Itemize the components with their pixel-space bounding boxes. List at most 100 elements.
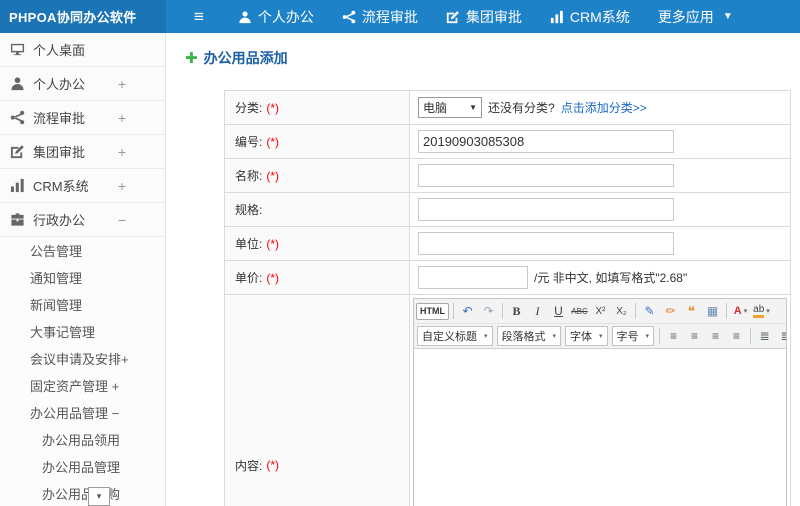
name-input[interactable] [418, 164, 674, 187]
content-label-cell: 内容: (*) [225, 295, 410, 506]
highlight-glyph: ab [753, 304, 765, 318]
sidebar-item-personal-office[interactable]: 个人办公 + [0, 67, 165, 101]
underline-button[interactable]: U [549, 301, 568, 321]
collapse-toggle[interactable]: − [118, 212, 126, 228]
dropdown-label: 字号 [616, 331, 639, 343]
sidebar-item-personal-desktop[interactable]: 个人桌面 [0, 33, 165, 67]
menu-toggle-icon[interactable]: ≡ [194, 8, 204, 25]
html-source-button[interactable]: HTML [416, 302, 449, 320]
form-row-name: 名称: (*) [225, 159, 790, 193]
expand-toggle[interactable]: + [118, 178, 126, 194]
expand-toggle[interactable]: + [118, 110, 126, 126]
text-color-button[interactable]: A ▾ [731, 301, 750, 321]
office-supply-add-form: 分类: (*) 电脑 ▼ 还没有分类? 点击添加分类>> 编号: (*) 201… [224, 90, 791, 506]
toolbar-separator [453, 303, 454, 319]
nav-crm-system[interactable]: CRM系统 [550, 7, 630, 27]
format-painter-button[interactable]: ✎ [640, 301, 659, 321]
unit-label-cell: 单位: (*) [225, 227, 410, 260]
price-format-hint: /元 非中文, 如填写格式"2.68" [534, 271, 688, 285]
add-category-link[interactable]: 点击添加分类>> [561, 99, 647, 116]
toolbar-separator [750, 328, 752, 344]
nav-more-apps[interactable]: 更多应用 ▼ [658, 7, 733, 27]
redo-button[interactable]: ↷ [479, 301, 498, 321]
sidebar-scroll-down-button[interactable]: ▾ [88, 487, 110, 506]
caret-down-icon: ▾ [743, 308, 748, 315]
remove-format-button[interactable]: ✏ [661, 301, 680, 321]
font-family-dropdown[interactable]: 字体 ▾ [565, 326, 608, 346]
superscript-button[interactable]: X² [591, 301, 610, 321]
align-center-button[interactable]: ≡ [685, 326, 704, 346]
price-input[interactable] [418, 266, 528, 289]
align-justify-button[interactable]: ≡ [727, 326, 746, 346]
sidebar-subsubitem[interactable]: 办公用品采购 [0, 480, 165, 506]
field-label: 内容: [235, 458, 263, 473]
sidebar-item-label: 集团审批 [33, 145, 86, 160]
sidebar-subitem-label: 新闻管理 [30, 298, 83, 313]
expand-toggle[interactable]: + [118, 144, 126, 160]
top-nav: 个人办公 流程审批 集团审批 CRM系统 更多应用 ▼ [238, 7, 733, 27]
sidebar-subitem[interactable]: 通知管理 [0, 264, 165, 291]
ordered-list-button[interactable]: ≣ [755, 326, 774, 346]
nav-group-approval[interactable]: 集团审批 [446, 7, 522, 27]
form-row-unit: 单位: (*) [225, 227, 790, 261]
field-label: 单位: [235, 237, 263, 251]
toolbar-separator [502, 303, 503, 319]
category-select[interactable]: 电脑 ▼ [418, 97, 482, 118]
align-left-button[interactable]: ≡ [664, 326, 683, 346]
sidebar-subsubitem-label: 办公用品领用 [42, 433, 121, 448]
align-right-button[interactable]: ≡ [706, 326, 725, 346]
sidebar-subsubitem[interactable]: 办公用品管理 [0, 453, 165, 480]
font-size-dropdown[interactable]: 字号 ▾ [611, 326, 655, 346]
page-title-text: 办公用品添加 [203, 50, 288, 66]
expand-toggle[interactable]: + [118, 76, 126, 92]
bold-button[interactable]: B [507, 301, 526, 321]
field-label: 编号: [235, 135, 263, 149]
sidebar-item-crm-system[interactable]: CRM系统 + [0, 169, 165, 203]
name-value-cell [410, 159, 790, 192]
sidebar-subitem-label: 公告管理 [30, 244, 83, 259]
nav-label: 更多应用 [657, 8, 714, 25]
spec-input[interactable] [418, 198, 674, 221]
nav-workflow-approval[interactable]: 流程审批 [342, 7, 418, 27]
sidebar-item-group-approval[interactable]: 集团审批 + [0, 135, 165, 169]
sidebar-subitem-label: 办公用品管理 − [30, 406, 120, 421]
caret-down-icon: ▾ [599, 333, 603, 340]
nav-label: 个人办公 [257, 8, 314, 25]
custom-heading-dropdown[interactable]: 自定义标题 ▾ [417, 326, 493, 346]
highlight-color-button[interactable]: ab ▾ [752, 301, 771, 321]
select-caret-icon: ▼ [469, 103, 477, 112]
sidebar-item-workflow-approval[interactable]: 流程审批 + [0, 101, 165, 135]
strikethrough-button[interactable]: ABC [570, 301, 589, 321]
sidebar-subitem[interactable]: 固定资产管理 + [0, 372, 165, 399]
topbar: PHPOA协同办公软件 ≡ 个人办公 流程审批 集团审批 CRM系统 更多应用 … [0, 0, 800, 33]
office-supplies-submenu: 办公用品领用 办公用品管理 办公用品采购 [0, 426, 165, 506]
blockquote-button[interactable]: ❝ [682, 301, 701, 321]
undo-button[interactable]: ↶ [458, 301, 477, 321]
editor-toolbar-row2: 自定义标题 ▾ 段落格式 ▾ 字体 ▾ 字号 ▾ ≡ ≡ ≡ ≡ ≣ [414, 324, 786, 349]
sidebar-subitem[interactable]: 办公用品管理 − [0, 399, 165, 426]
unit-input[interactable] [418, 232, 674, 255]
nav-personal-office[interactable]: 个人办公 [238, 7, 314, 27]
sidebar-subitem[interactable]: 会议申请及安排+ [0, 345, 165, 372]
sidebar-item-admin-office[interactable]: 行政办公 − [0, 203, 165, 237]
paragraph-format-dropdown[interactable]: 段落格式 ▾ [496, 326, 562, 346]
nav-label: 集团审批 [465, 8, 522, 25]
chart-icon [550, 10, 563, 23]
required-mark: (*) [266, 134, 280, 149]
sidebar-subitem[interactable]: 公告管理 [0, 237, 165, 264]
caret-down-icon: ▾ [484, 333, 488, 340]
sidebar-subsubitem[interactable]: 办公用品领用 [0, 426, 165, 453]
italic-button[interactable]: I [528, 301, 547, 321]
form-row-code: 编号: (*) [225, 125, 790, 159]
unordered-list-button[interactable]: ≣ [776, 326, 786, 346]
code-input[interactable] [418, 130, 674, 153]
editor-content-area[interactable] [414, 349, 786, 506]
unit-value-cell [410, 227, 790, 260]
sidebar-item-label: 个人桌面 [33, 43, 86, 58]
sidebar-subitem[interactable]: 新闻管理 [0, 291, 165, 318]
content-value-cell: HTML ↶ ↷ B I U ABC X² X₂ ✎ ✏ ❝ ▦ A ▾ ab … [410, 295, 790, 506]
sidebar-subitem[interactable]: 大事记管理 [0, 318, 165, 345]
spec-label-cell: 规格: [225, 193, 410, 226]
table-button[interactable]: ▦ [703, 301, 722, 321]
subscript-button[interactable]: X₂ [612, 301, 631, 321]
